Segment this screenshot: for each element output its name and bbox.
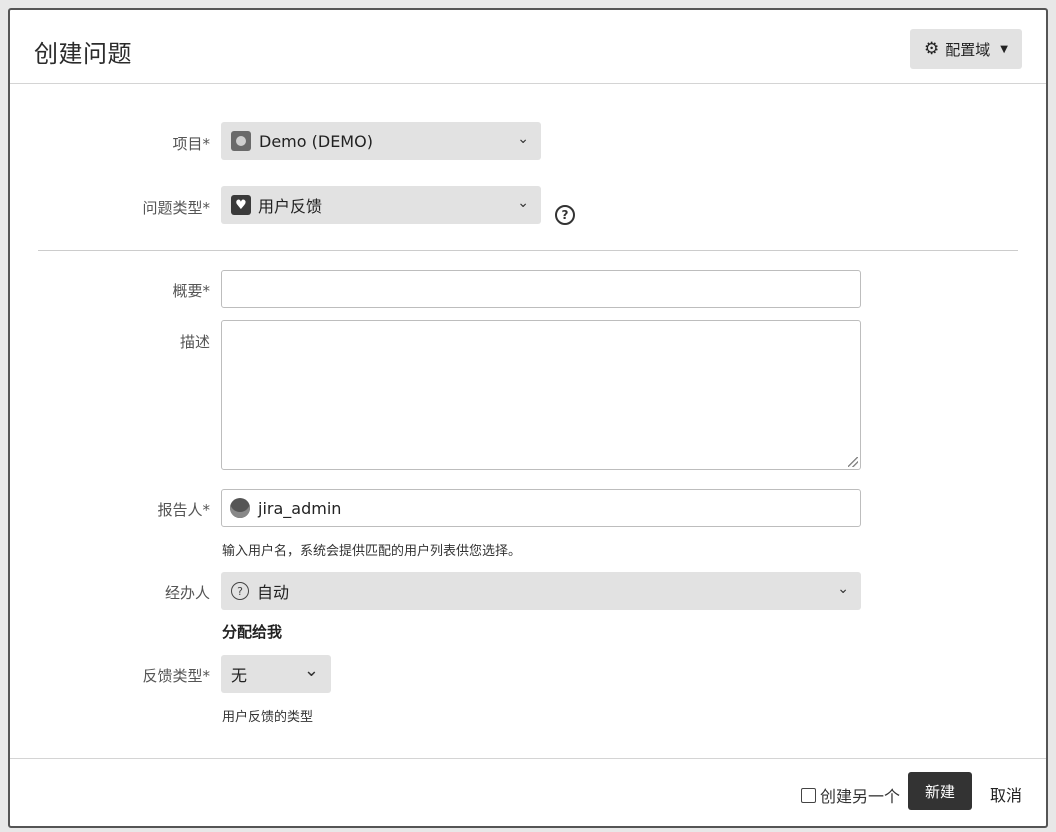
- reporter-hint: 输入用户名，系统会提供匹配的用户列表供您选择。: [222, 544, 522, 559]
- issue-type-label: 问题类型*: [142, 199, 210, 217]
- project-select[interactable]: Demo (DEMO) ⌄: [221, 122, 541, 160]
- project-value: Demo (DEMO): [259, 131, 373, 151]
- description-textarea[interactable]: [221, 320, 861, 470]
- reporter-value: jira_admin: [258, 498, 342, 518]
- configure-fields-button[interactable]: ⚙ 配置域 ▼: [910, 29, 1022, 69]
- cancel-link[interactable]: 取消: [990, 782, 1022, 806]
- feedback-type-select[interactable]: 无 ⌄: [221, 655, 331, 693]
- project-label: 项目*: [172, 135, 210, 153]
- gear-icon: ⚙: [924, 39, 940, 59]
- user-avatar-icon: [230, 498, 250, 518]
- chevron-down-icon: ⌄: [517, 195, 529, 211]
- chevron-down-icon: ⌄: [517, 131, 529, 147]
- checkbox-icon[interactable]: [800, 787, 816, 803]
- dialog-title: 创建问题: [34, 40, 132, 68]
- create-issue-dialog: 创建问题 ⚙ 配置域 ▼ 项目* Demo (DEMO) ⌄ 问题类型* ♥ 用…: [8, 8, 1048, 828]
- dialog-header: 创建问题 ⚙ 配置域 ▼: [10, 10, 1046, 84]
- summary-input[interactable]: [221, 270, 861, 308]
- configure-fields-label: 配置域: [945, 40, 991, 59]
- description-label: 描述: [179, 333, 210, 351]
- section-divider: [38, 250, 1018, 251]
- feedback-type-label: 反馈类型*: [142, 667, 210, 685]
- resize-handle-icon[interactable]: [848, 457, 858, 467]
- reporter-input[interactable]: jira_admin: [221, 489, 861, 527]
- create-another-checkbox[interactable]: 创建另一个: [800, 783, 900, 807]
- caret-down-icon: ▼: [1000, 43, 1008, 55]
- reporter-label: 报告人*: [157, 501, 210, 519]
- summary-label: 概要*: [172, 282, 210, 300]
- assignee-select[interactable]: ? 自动 ⌄: [221, 572, 861, 610]
- assign-to-me-link[interactable]: 分配给我: [222, 621, 282, 642]
- feedback-type-hint: 用户反馈的类型: [222, 710, 314, 725]
- feedback-type-value: 无: [231, 666, 248, 685]
- feedback-heart-icon: ♥: [231, 195, 251, 215]
- dialog-footer: 创建另一个 新建 取消: [10, 758, 1046, 826]
- assignee-value: 自动: [257, 583, 290, 602]
- project-avatar-icon: [231, 131, 251, 151]
- chevron-down-icon: ⌄: [303, 660, 319, 681]
- issue-type-select[interactable]: ♥ 用户反馈 ⌄: [221, 186, 541, 224]
- issue-type-value: 用户反馈: [258, 197, 323, 216]
- assignee-label: 经办人: [164, 584, 210, 602]
- create-button[interactable]: 新建: [908, 772, 972, 810]
- auto-assign-icon: ?: [231, 582, 249, 600]
- create-another-label: 创建另一个: [819, 787, 900, 806]
- help-icon[interactable]: ?: [555, 205, 575, 225]
- chevron-down-icon: ⌄: [837, 581, 849, 597]
